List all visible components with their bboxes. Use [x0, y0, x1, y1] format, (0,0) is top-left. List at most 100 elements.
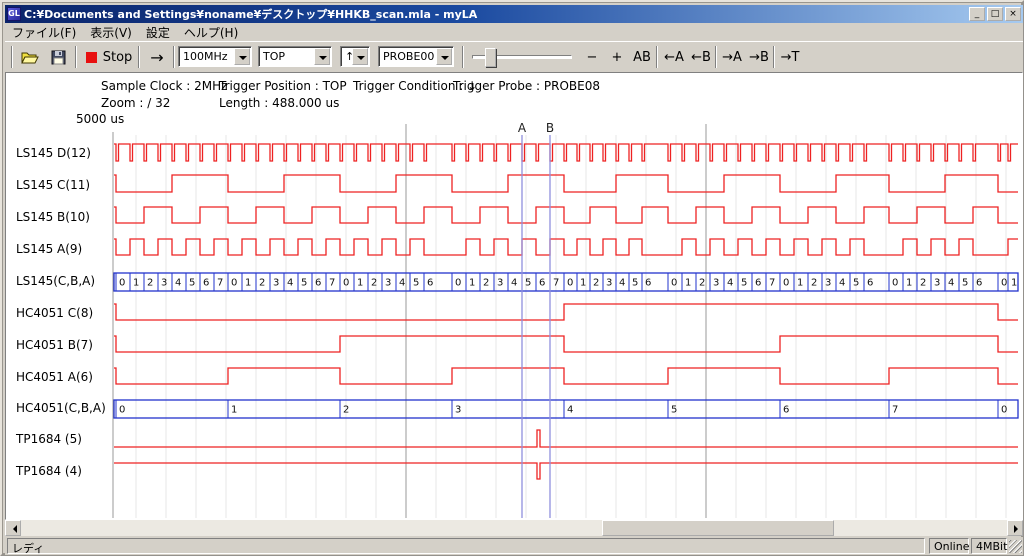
bus-cell-value: 4 [727, 278, 733, 289]
bus-cell-value: 2 [699, 278, 705, 289]
trigger-position-select[interactable]: TOP [258, 46, 332, 67]
zoom-out-button[interactable]: − [581, 45, 603, 69]
trace-LS145 B(10) [114, 207, 1018, 223]
maximize-button[interactable]: □ [987, 7, 1003, 21]
stop-square-icon [86, 52, 97, 63]
app-icon: GL [7, 7, 21, 21]
window-title: C:¥Documents and Settings¥noname¥デスクトップ¥… [24, 6, 967, 22]
bus-cell-value: 1 [797, 278, 803, 289]
goto-trigger-button[interactable]: →T [777, 45, 803, 69]
menu-settings[interactable]: 設定 [139, 23, 177, 42]
bus-cell-value: 5 [301, 278, 307, 289]
bus-cell-value: 7 [553, 278, 559, 289]
title-bar: GL C:¥Documents and Settings¥noname¥デスクト… [5, 5, 1023, 23]
toolbar: Stop → 100MHz TOP ↑ PROBE00 − + AB [5, 41, 1023, 72]
bus-cell-value: 4 [619, 278, 625, 289]
close-button[interactable]: × [1005, 7, 1021, 21]
bus-cell-value: 3 [713, 278, 719, 289]
dropdown-arrow-icon[interactable] [234, 48, 250, 65]
bus-frame [114, 400, 1018, 418]
scroll-right-arrow-icon[interactable] [1007, 520, 1023, 536]
save-button[interactable] [46, 45, 70, 69]
bus-cell-value: 1 [357, 278, 363, 289]
bus-cell-value: 4 [175, 278, 181, 289]
bus-cell-value: 2 [483, 278, 489, 289]
bus-cell-value: 5 [632, 278, 638, 289]
bus-cell-value: 6 [976, 278, 982, 289]
sample-clock-select[interactable]: 100MHz [178, 46, 252, 67]
bus-cell-value: 0 [119, 405, 125, 416]
menu-help[interactable]: ヘルプ(H) [177, 23, 245, 42]
app-window: GL C:¥Documents and Settings¥noname¥デスクト… [0, 0, 1024, 556]
ab-button[interactable]: AB [630, 45, 654, 69]
bus-cell-value: 2 [371, 278, 377, 289]
bus-cell-value: 3 [273, 278, 279, 289]
bus-cell-value: 6 [783, 405, 789, 416]
bus-cell-value: 1 [1011, 278, 1017, 289]
move-b-left-button[interactable]: ←B [688, 45, 714, 69]
bus-cell-value: 2 [593, 278, 599, 289]
trace-LS145 D(12) [114, 144, 1018, 161]
scrollbar-thumb[interactable] [602, 520, 834, 536]
move-a-right-button[interactable]: →A [719, 45, 745, 69]
toolbar-separator [715, 46, 717, 68]
trace-HC4051 B(7) [114, 336, 1018, 352]
bus-cell-value: 3 [161, 278, 167, 289]
bus-cell-value: 7 [892, 405, 898, 416]
stop-label: Stop [103, 50, 133, 65]
zoom-slider[interactable] [472, 55, 572, 59]
probe-select[interactable]: PROBE00 [378, 46, 454, 67]
trace-HC4051 C(8) [114, 304, 1018, 320]
bus-cell-value: 4 [839, 278, 845, 289]
menu-view[interactable]: 表示(V) [83, 23, 139, 42]
move-a-left-button[interactable]: ←A [661, 45, 687, 69]
open-file-button[interactable] [17, 45, 43, 69]
bus-cell-value: 0 [119, 278, 125, 289]
resize-grip[interactable] [1009, 540, 1022, 553]
bus-cell-value: 5 [853, 278, 859, 289]
bus-cell-value: 6 [427, 278, 433, 289]
bus-cell-value: 6 [315, 278, 321, 289]
bus-cell-value: 0 [892, 278, 898, 289]
bus-cell-value: 6 [203, 278, 209, 289]
menu-bar: ファイル(F) 表示(V) 設定 ヘルプ(H) [5, 23, 1023, 41]
bus-cell-value: 7 [329, 278, 335, 289]
trace-TP1684 (5) [114, 430, 1018, 447]
bus-cell-value: 5 [962, 278, 968, 289]
trigger-edge-select[interactable]: ↑ [340, 46, 370, 67]
move-b-right-button[interactable]: →B [746, 45, 772, 69]
bus-cell-value: 2 [147, 278, 153, 289]
status-online: Online [929, 538, 969, 554]
bus-cell-value: 5 [741, 278, 747, 289]
menu-file[interactable]: ファイル(F) [5, 23, 83, 42]
bus-cell-value: 6 [539, 278, 545, 289]
probe-value: PROBE00 [383, 50, 434, 63]
zoom-in-button[interactable]: + [606, 45, 628, 69]
bus-cell-value: 1 [580, 278, 586, 289]
sample-clock-value: 100MHz [183, 50, 228, 63]
dropdown-arrow-icon[interactable] [436, 48, 452, 65]
bus-cell-value: 3 [497, 278, 503, 289]
scroll-left-arrow-icon[interactable] [5, 520, 21, 536]
run-button[interactable]: → [144, 45, 170, 69]
dropdown-arrow-icon[interactable] [314, 48, 330, 65]
trace-LS145 A(9) [114, 239, 1018, 255]
bus-cell-value: 5 [413, 278, 419, 289]
horizontal-scrollbar[interactable] [5, 520, 1023, 536]
zoom-slider-thumb[interactable] [485, 48, 496, 67]
bus-cell-value: 1 [231, 405, 237, 416]
bus-cell-value: 7 [217, 278, 223, 289]
bus-cell-value: 0 [343, 278, 349, 289]
toolbar-separator [773, 46, 775, 68]
stop-button[interactable]: Stop [83, 45, 135, 69]
minimize-button[interactable]: _ [969, 7, 985, 21]
bus-cell-value: 2 [259, 278, 265, 289]
bus-cell-value: 0 [671, 278, 677, 289]
toolbar-separator [173, 46, 175, 68]
bus-cell-value: 4 [511, 278, 517, 289]
bus-cell-value: 4 [399, 278, 405, 289]
waveform-client: Sample Clock : 2MHz Trigger Position : T… [5, 72, 1023, 520]
toolbar-separator [75, 46, 77, 68]
dropdown-arrow-icon[interactable] [352, 48, 368, 65]
bus-cell-value: 2 [343, 405, 349, 416]
